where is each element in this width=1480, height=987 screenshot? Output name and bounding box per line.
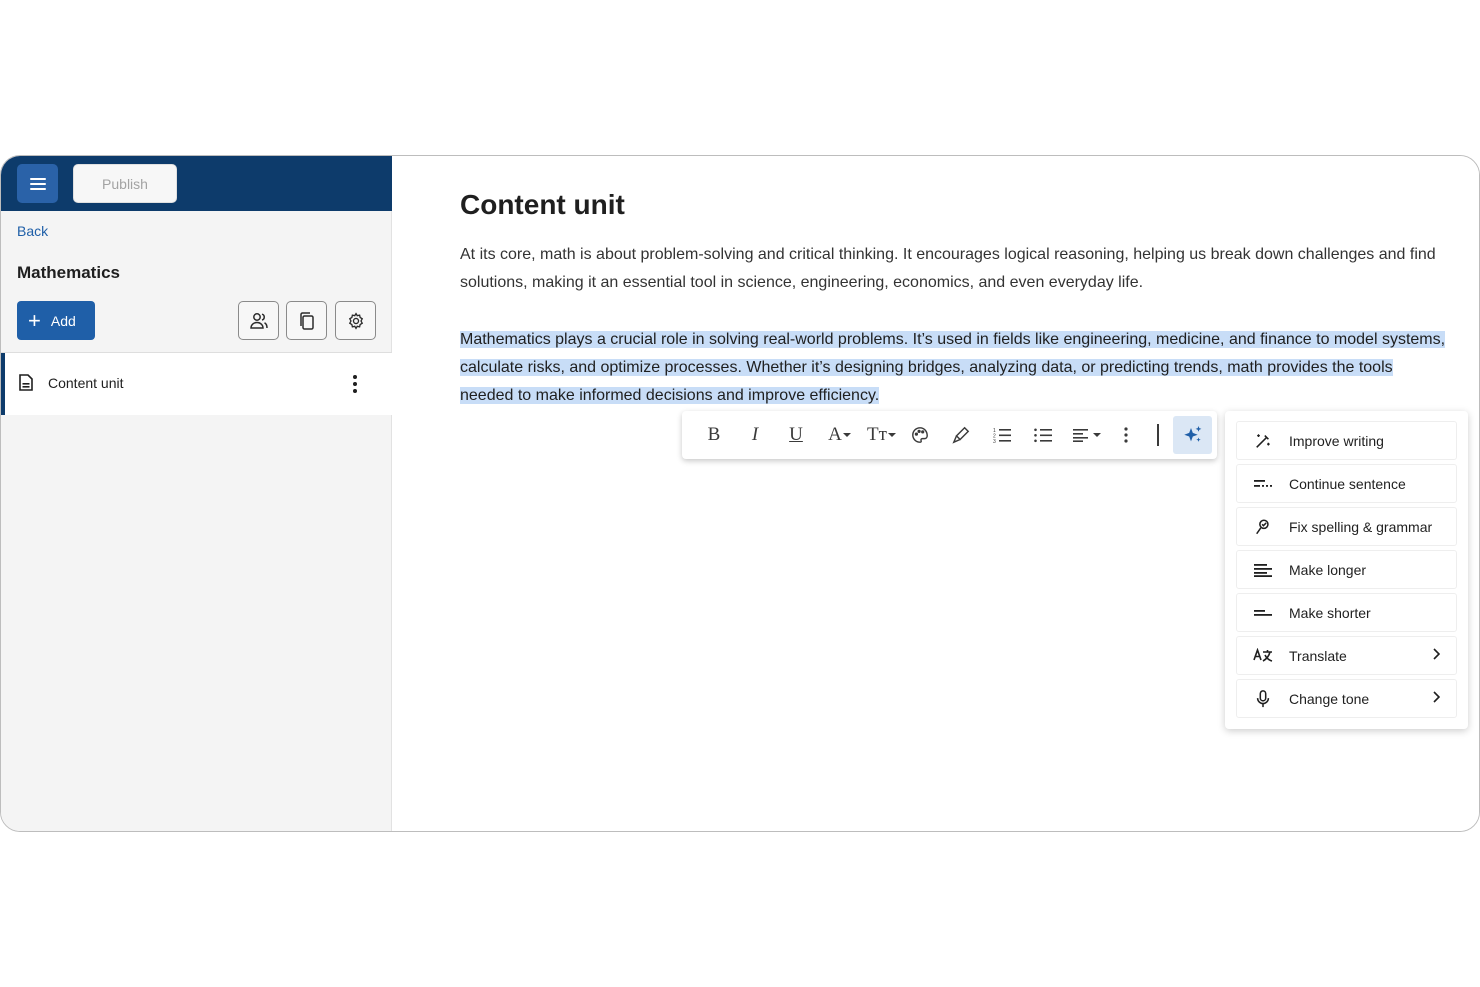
sidebar: Publish Back Mathematics + Add Content u… — [1, 156, 392, 831]
svg-text:3: 3 — [993, 439, 996, 443]
document-icon — [19, 374, 33, 391]
translate-icon — [1253, 646, 1273, 666]
chevron-right-icon — [1433, 691, 1440, 703]
settings-button[interactable] — [335, 301, 376, 340]
menu-item-label: Continue sentence — [1289, 476, 1406, 492]
menu-item-label: Fix spelling & grammar — [1289, 519, 1433, 535]
text-selection[interactable]: Mathematics plays a crucial role in solv… — [460, 331, 1446, 404]
gear-icon — [348, 311, 363, 330]
page-title: Content unit — [460, 189, 625, 220]
editor-area: Content unit At its core, math is about … — [393, 156, 1479, 831]
spellcheck-icon — [1253, 517, 1273, 537]
font-size-button[interactable]: Tт — [864, 419, 900, 451]
users-button[interactable] — [238, 301, 279, 340]
duplicate-button[interactable] — [286, 301, 327, 340]
back-link[interactable]: Back — [17, 223, 48, 239]
menu-item-make-shorter[interactable]: Make shorter — [1236, 593, 1457, 632]
kebab-menu-icon[interactable] — [350, 372, 360, 396]
toolbar-divider — [1157, 424, 1159, 446]
align-icon — [1072, 429, 1088, 442]
menu-button[interactable] — [17, 164, 58, 203]
ai-actions-menu: Improve writing Continue sentence Fix sp… — [1225, 411, 1468, 729]
users-icon — [249, 312, 268, 329]
hamburger-icon — [29, 177, 46, 190]
lines-long-icon — [1253, 560, 1273, 580]
sidebar-item-label: Content unit — [48, 375, 124, 391]
selected-paragraph[interactable]: Mathematics plays a crucial role in solv… — [460, 326, 1450, 410]
copy-icon — [299, 311, 314, 330]
font-size-icon: Tт — [867, 424, 887, 445]
menu-item-continue-sentence[interactable]: Continue sentence — [1236, 464, 1457, 503]
menu-item-fix-spelling[interactable]: Fix spelling & grammar — [1236, 507, 1457, 546]
menu-item-label: Translate — [1289, 648, 1347, 664]
add-button-label: Add — [50, 312, 76, 329]
palette-icon[interactable] — [908, 419, 932, 451]
paragraph[interactable]: At its core, math is about problem-solvi… — [460, 241, 1450, 297]
highlighter-icon[interactable] — [949, 419, 973, 451]
numbered-list-icon[interactable]: 1 2 3 — [990, 419, 1014, 451]
more-icon[interactable] — [1115, 419, 1137, 451]
ai-sparkle-button[interactable] — [1173, 416, 1212, 454]
sidebar-item-content-unit[interactable]: Content unit — [1, 353, 392, 415]
top-bar: Publish — [1, 156, 392, 211]
menu-item-label: Make longer — [1289, 562, 1367, 578]
caret-down-icon — [887, 433, 896, 437]
italic-icon[interactable]: I — [743, 419, 767, 451]
microphone-icon — [1253, 689, 1273, 709]
plus-icon: + — [28, 307, 41, 333]
caret-down-icon — [1092, 433, 1101, 437]
bold-icon[interactable]: B — [702, 419, 726, 451]
lines-short-icon — [1253, 603, 1273, 623]
chevron-right-icon — [1433, 648, 1440, 660]
menu-item-improve-writing[interactable]: Improve writing — [1236, 421, 1457, 460]
menu-item-label: Improve writing — [1289, 433, 1384, 449]
app-window: Publish Back Mathematics + Add Content u… — [0, 155, 1480, 832]
underline-icon[interactable]: U — [784, 419, 808, 451]
format-toolbar: B I U A Tт 1 2 3 — [682, 411, 1217, 459]
add-button[interactable]: + Add — [17, 301, 95, 340]
menu-item-change-tone[interactable]: Change tone — [1236, 679, 1457, 718]
magic-wand-icon — [1253, 431, 1273, 451]
font-color-icon: A — [828, 424, 842, 445]
menu-item-label: Change tone — [1289, 691, 1370, 707]
menu-item-translate[interactable]: Translate — [1236, 636, 1457, 675]
course-title: Mathematics — [17, 263, 120, 282]
menu-item-make-longer[interactable]: Make longer — [1236, 550, 1457, 589]
align-button[interactable] — [1070, 419, 1104, 451]
publish-button[interactable]: Publish — [73, 164, 177, 203]
continue-icon — [1253, 474, 1273, 494]
bullet-list-icon[interactable] — [1031, 419, 1055, 451]
caret-down-icon — [842, 433, 851, 437]
ai-sparkle-icon — [1183, 426, 1201, 442]
font-color-button[interactable]: A — [823, 419, 857, 451]
menu-item-label: Make shorter — [1289, 605, 1371, 621]
